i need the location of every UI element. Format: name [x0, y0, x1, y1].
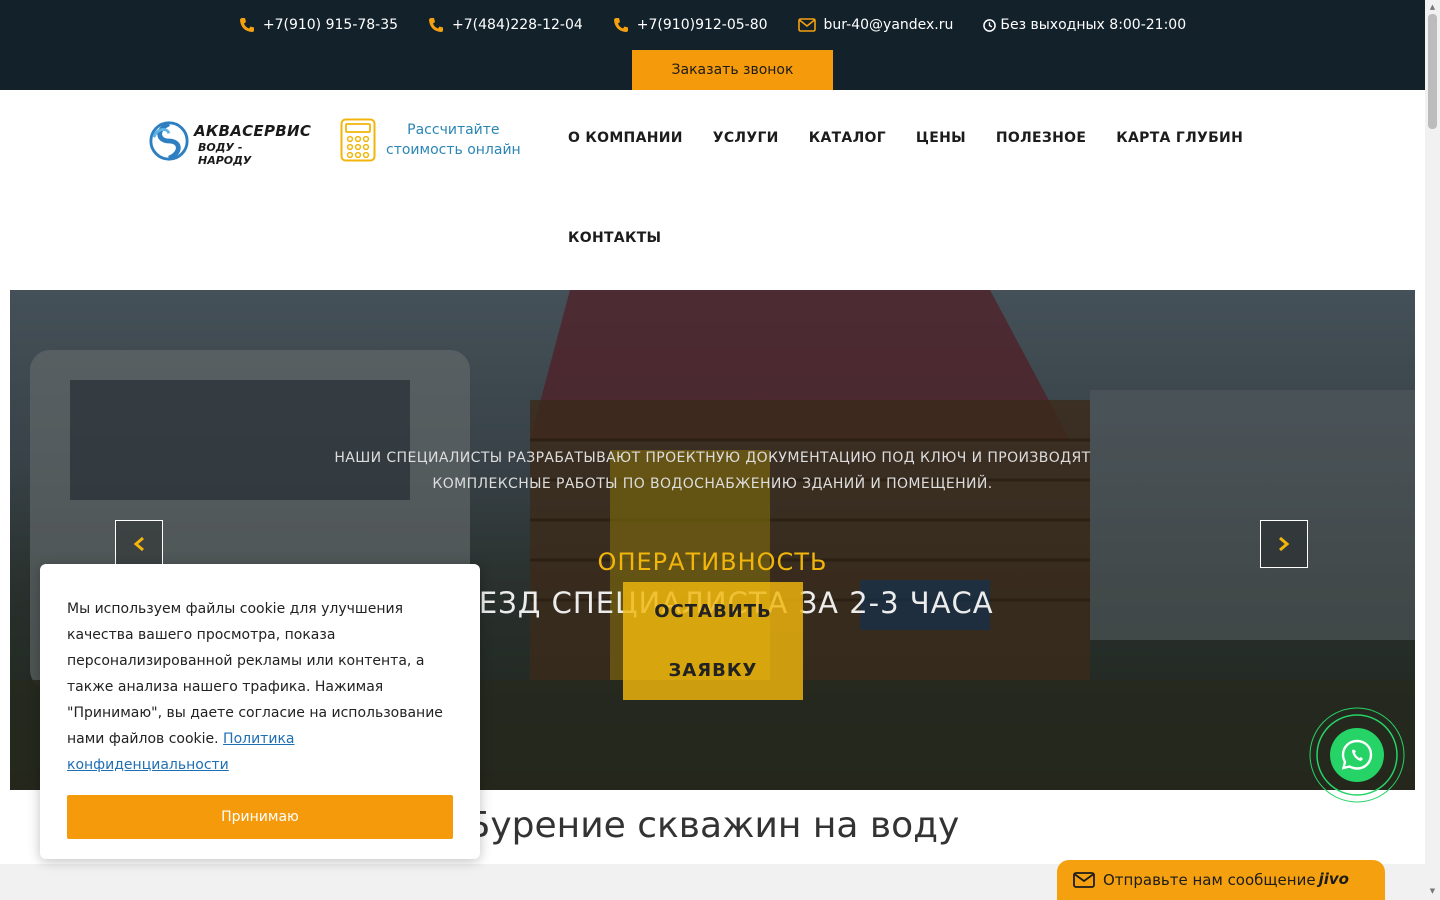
envelope-icon	[1073, 872, 1095, 888]
site-logo[interactable]: АКВАСЕРВИС ВОДУ - НАРОДУ	[148, 118, 311, 167]
order-call-button[interactable]: Заказать звонок	[632, 50, 833, 90]
cookie-accept-button[interactable]: Принимаю	[67, 795, 453, 839]
contact-phone-3[interactable]: +7(910)912-05-80	[613, 14, 768, 36]
calculator-icon	[340, 118, 376, 162]
logo-title: АКВАСЕРВИС	[194, 122, 312, 140]
hero-description: НАШИ СПЕЦИАЛИСТЫ РАЗРАБАТЫВАЮТ ПРОЕКТНУЮ…	[10, 445, 1415, 497]
scrollbar[interactable]: ▲ ▼	[1425, 0, 1440, 900]
calculator-link[interactable]: Рассчитайте стоимость онлайн	[340, 118, 521, 162]
contact-text: bur-40@yandex.ru	[823, 17, 954, 33]
scrollbar-thumb[interactable]	[1428, 14, 1437, 129]
scroll-up-icon[interactable]: ▲	[1428, 2, 1437, 12]
leave-request-button[interactable]: ОСТАВИТЬ ЗАЯВКУ	[623, 582, 803, 700]
nav-item-services[interactable]: УСЛУГИ	[713, 130, 779, 150]
slider-next-button[interactable]	[1260, 520, 1308, 568]
calculator-label: Рассчитайте стоимость онлайн	[386, 120, 521, 160]
phone-icon	[429, 18, 444, 32]
chevron-right-icon	[1279, 536, 1290, 552]
chevron-left-icon	[133, 536, 144, 552]
whatsapp-button[interactable]	[1308, 706, 1406, 804]
slider-prev-button[interactable]	[115, 520, 163, 568]
nav-item-depth-map[interactable]: КАРТА ГЛУБИН	[1116, 130, 1243, 150]
leave-request-line2: ЗАЯВКУ	[668, 660, 758, 681]
chat-label: Отправьте нам сообщение	[1103, 871, 1316, 889]
phone-icon	[613, 18, 628, 32]
hero-description-line2: КОМПЛЕКСНЫЕ РАБОТЫ ПО ВОДОСНАБЖЕНИЮ ЗДАН…	[432, 476, 993, 492]
chat-widget[interactable]: Отправьте нам сообщение jivo	[1057, 860, 1385, 900]
cookie-consent-dialog: Мы используем файлы cookie для улучшения…	[40, 564, 480, 859]
nav-item-catalog[interactable]: КАТАЛОГ	[809, 130, 886, 150]
leave-request-line1: ОСТАВИТЬ	[654, 601, 772, 622]
contact-hours: Без выходных 8:00-21:00	[983, 14, 1186, 36]
nav-item-about[interactable]: О КОМПАНИИ	[568, 130, 683, 150]
scroll-down-icon[interactable]: ▼	[1428, 886, 1437, 896]
cookie-text-block: Мы используем файлы cookie для улучшения…	[67, 596, 453, 778]
nav-item-prices[interactable]: ЦЕНЫ	[916, 130, 966, 150]
contact-phone-2[interactable]: +7(484)228-12-04	[428, 14, 583, 36]
logo-slogan: ВОДУ - НАРОДУ	[198, 141, 252, 167]
whatsapp-icon	[1309, 707, 1405, 803]
contact-list: +7(910) 915-78-35 +7(484)228-12-04 +7(91…	[0, 14, 1425, 36]
clock-icon	[983, 18, 997, 32]
top-bar: +7(910) 915-78-35 +7(484)228-12-04 +7(91…	[0, 0, 1425, 90]
main-nav: О КОМПАНИИ УСЛУГИ КАТАЛОГ ЦЕНЫ ПОЛЕЗНОЕ …	[568, 130, 1258, 250]
hero-description-line1: НАШИ СПЕЦИАЛИСТЫ РАЗРАБАТЫВАЮТ ПРОЕКТНУЮ…	[334, 450, 1091, 466]
nav-item-useful[interactable]: ПОЛЕЗНОЕ	[996, 130, 1086, 150]
nav-item-contacts[interactable]: КОНТАКТЫ	[568, 230, 661, 250]
water-swirl-icon	[149, 121, 189, 161]
phone-icon	[239, 18, 254, 32]
contact-phone-1[interactable]: +7(910) 915-78-35	[239, 14, 398, 36]
contact-text: +7(910)912-05-80	[636, 17, 768, 33]
contact-text: Без выходных 8:00-21:00	[1000, 17, 1187, 33]
cookie-text: Мы используем файлы cookie для улучшения…	[67, 601, 443, 747]
contact-email[interactable]: bur-40@yandex.ru	[797, 14, 954, 36]
calculator-label-line1: Рассчитайте	[407, 122, 500, 138]
envelope-icon	[797, 18, 816, 32]
chat-brand-logo: jivo	[1318, 870, 1349, 888]
contact-text: +7(484)228-12-04	[452, 17, 583, 33]
contact-text: +7(910) 915-78-35	[262, 17, 399, 33]
calculator-label-line2: стоимость онлайн	[386, 142, 521, 158]
